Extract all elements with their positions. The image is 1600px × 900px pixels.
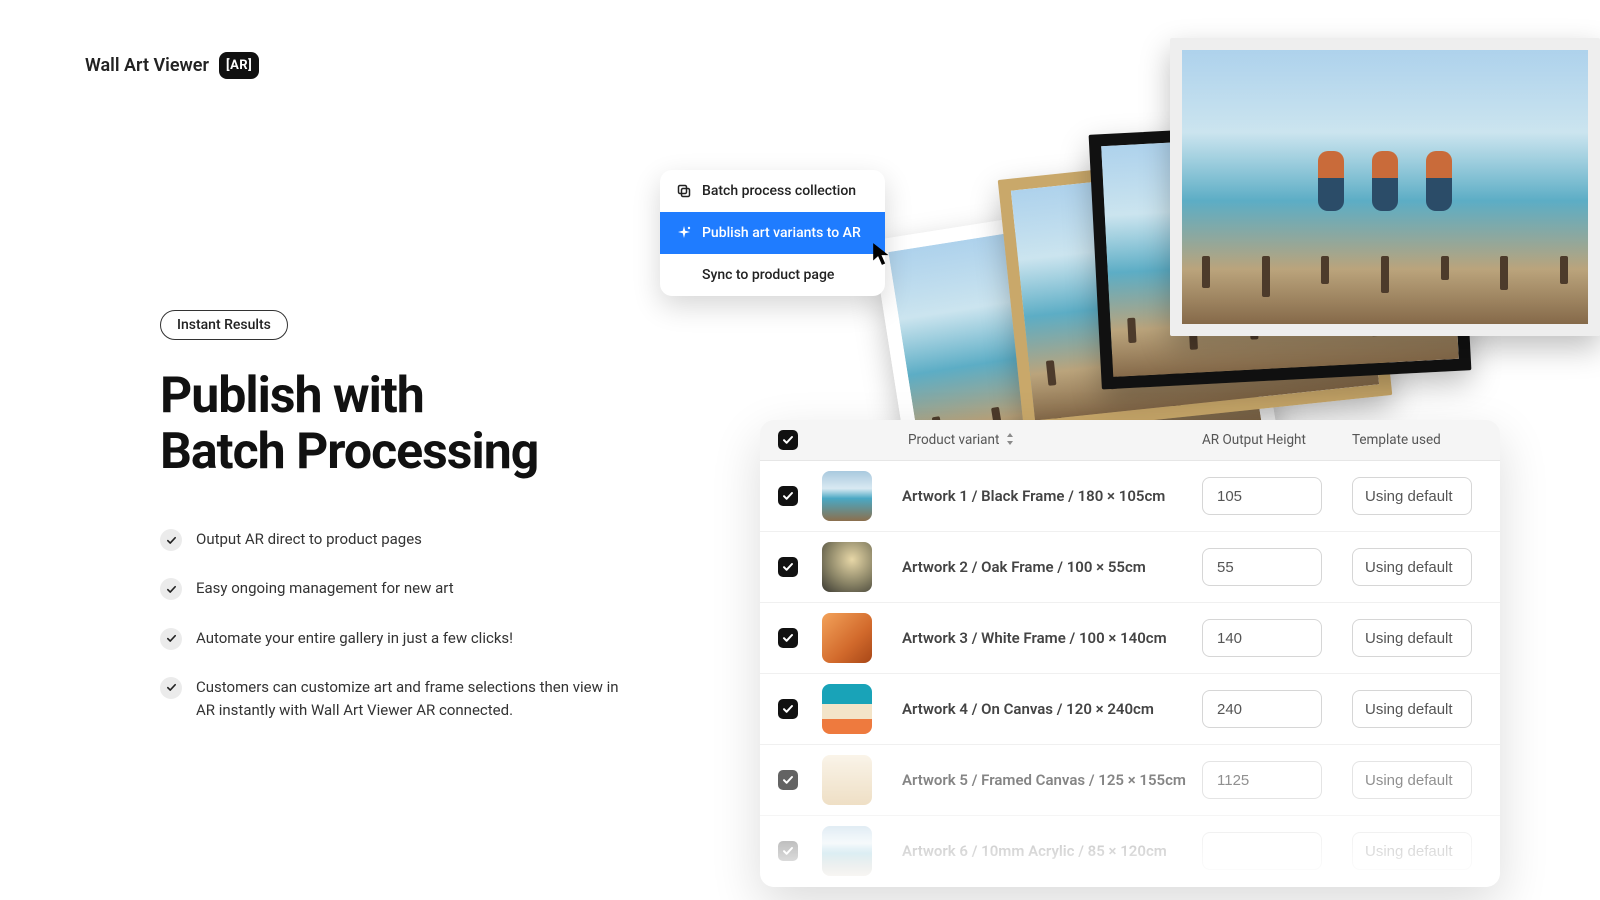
table-row: Artwork 6 / 10mm Acrylic / 85 × 120cm Us… [760, 816, 1500, 887]
table-row: Artwork 4 / On Canvas / 120 × 240cm Usin… [760, 674, 1500, 745]
table-header: Product variant AR Output Height Templat… [760, 420, 1500, 461]
ar-height-input[interactable] [1202, 832, 1322, 870]
template-select[interactable]: Using default [1352, 548, 1472, 586]
menu-item[interactable]: Publish art variants to AR [660, 212, 885, 254]
hero-headline: Publish withBatch Processing [160, 368, 640, 480]
row-checkbox[interactable] [778, 486, 798, 506]
hero-bullet: Automate your entire gallery in just a f… [160, 627, 640, 650]
artwork-thumbnail [822, 826, 872, 876]
check-icon [160, 529, 182, 551]
brand-badge: [AR] [219, 52, 259, 79]
table-row: Artwork 5 / Framed Canvas / 125 × 155cm … [760, 745, 1500, 816]
artwork-thumbnail [822, 755, 872, 805]
hero-bullets: Output AR direct to product pages Easy o… [160, 528, 640, 722]
template-select[interactable]: Using default [1352, 832, 1472, 870]
row-checkbox[interactable] [778, 841, 798, 861]
check-icon [160, 628, 182, 650]
variant-name: Artwork 4 / On Canvas / 120 × 240cm [884, 700, 1202, 718]
variant-name: Artwork 3 / White Frame / 100 × 140cm [884, 629, 1202, 647]
variant-name: Artwork 5 / Framed Canvas / 125 × 155cm [884, 771, 1202, 789]
artwork-thumbnail [822, 542, 872, 592]
check-icon [160, 578, 182, 600]
cursor-icon [872, 242, 894, 270]
check-icon [160, 677, 182, 699]
ar-height-input[interactable] [1202, 619, 1322, 657]
stack-icon [676, 183, 692, 199]
hero-bullet: Output AR direct to product pages [160, 528, 640, 551]
artwork-thumbnail [822, 684, 872, 734]
col-header-variant[interactable]: Product variant [822, 432, 1202, 449]
context-menu: Batch process collection Publish art var… [660, 170, 885, 296]
sort-icon [1005, 432, 1015, 449]
template-select[interactable]: Using default [1352, 619, 1472, 657]
ar-height-input[interactable] [1202, 477, 1322, 515]
ar-height-input[interactable] [1202, 761, 1322, 799]
variant-name: Artwork 2 / Oak Frame / 100 × 55cm [884, 558, 1202, 576]
row-checkbox[interactable] [778, 770, 798, 790]
hero-pill: Instant Results [160, 310, 288, 340]
hero-bullet: Customers can customize art and frame se… [160, 676, 640, 723]
frame-silver [1170, 38, 1600, 336]
table-row: Artwork 2 / Oak Frame / 100 × 55cm Using… [760, 532, 1500, 603]
variant-name: Artwork 6 / 10mm Acrylic / 85 × 120cm [884, 842, 1202, 860]
ar-height-input[interactable] [1202, 690, 1322, 728]
hero-copy: Instant Results Publish withBatch Proces… [160, 310, 640, 748]
col-header-template: Template used [1352, 432, 1482, 448]
hero-bullet: Easy ongoing management for new art [160, 577, 640, 600]
variant-name: Artwork 1 / Black Frame / 180 × 105cm [884, 487, 1202, 505]
row-checkbox[interactable] [778, 557, 798, 577]
menu-item[interactable]: Batch process collection [660, 170, 885, 212]
artwork-thumbnail [822, 613, 872, 663]
table-row: Artwork 1 / Black Frame / 180 × 105cm Us… [760, 461, 1500, 532]
row-checkbox[interactable] [778, 628, 798, 648]
select-all-checkbox[interactable] [778, 430, 798, 450]
artwork-thumbnail [822, 471, 872, 521]
template-select[interactable]: Using default [1352, 477, 1472, 515]
ar-height-input[interactable] [1202, 548, 1322, 586]
sparkle-icon [676, 225, 692, 241]
brand-logo: Wall Art Viewer [AR] [85, 52, 259, 79]
template-select[interactable]: Using default [1352, 761, 1472, 799]
row-checkbox[interactable] [778, 699, 798, 719]
brand-name: Wall Art Viewer [85, 55, 209, 76]
art-preview-stack [870, 30, 1510, 430]
template-select[interactable]: Using default [1352, 690, 1472, 728]
variant-table: Product variant AR Output Height Templat… [760, 420, 1500, 887]
table-row: Artwork 3 / White Frame / 100 × 140cm Us… [760, 603, 1500, 674]
col-header-height: AR Output Height [1202, 432, 1352, 448]
menu-item[interactable]: Sync to product page [660, 254, 885, 296]
